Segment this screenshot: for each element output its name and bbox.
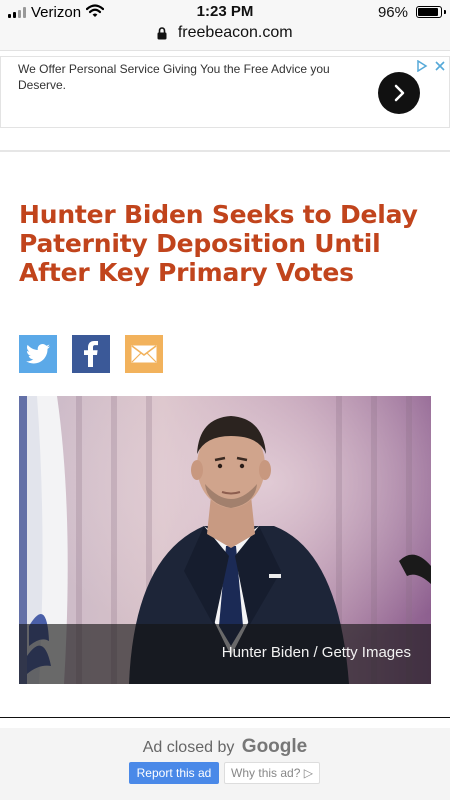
- article-headline[interactable]: Hunter Biden Seeks to Delay Paternity De…: [19, 200, 429, 287]
- url-text: freebeacon.com: [177, 24, 293, 41]
- photo-caption: Hunter Biden / Getty Images: [221, 644, 411, 661]
- share-facebook-button[interactable]: [72, 335, 110, 373]
- adchoices-icon[interactable]: [414, 58, 430, 74]
- report-ad-button[interactable]: Report this ad: [129, 762, 219, 784]
- why-this-ad-button[interactable]: Why this ad? ▷: [224, 762, 320, 784]
- divider: [0, 717, 450, 718]
- facebook-icon: [84, 341, 98, 367]
- twitter-icon: [26, 344, 50, 364]
- chevron-right-icon: [394, 84, 405, 102]
- status-bar: Verizon 1:23 PM 96%: [0, 0, 450, 24]
- battery-icon: [416, 6, 446, 18]
- caption-bar: Hunter Biden / Getty Images: [19, 624, 431, 684]
- email-icon: [131, 345, 157, 363]
- ad-text: We Offer Personal Service Giving You the…: [18, 62, 330, 92]
- ad-next-button[interactable]: [378, 72, 420, 114]
- share-twitter-button[interactable]: [19, 335, 57, 373]
- lock-icon: [157, 26, 167, 39]
- google-logo: Google: [241, 736, 308, 757]
- battery-percent: 96%: [377, 4, 408, 21]
- article-photo[interactable]: Hunter Biden / Getty Images: [19, 396, 431, 684]
- divider: [0, 150, 450, 152]
- ad-closed-prefix: Ad closed by: [142, 739, 235, 756]
- share-email-button[interactable]: [125, 335, 163, 373]
- url-bar[interactable]: freebeacon.com: [0, 24, 450, 51]
- close-ad-icon[interactable]: [432, 58, 448, 74]
- ad-closed-panel: Ad closed by Google Report this ad Why t…: [0, 728, 450, 800]
- ad-closed-label: Ad closed by Google: [0, 736, 450, 758]
